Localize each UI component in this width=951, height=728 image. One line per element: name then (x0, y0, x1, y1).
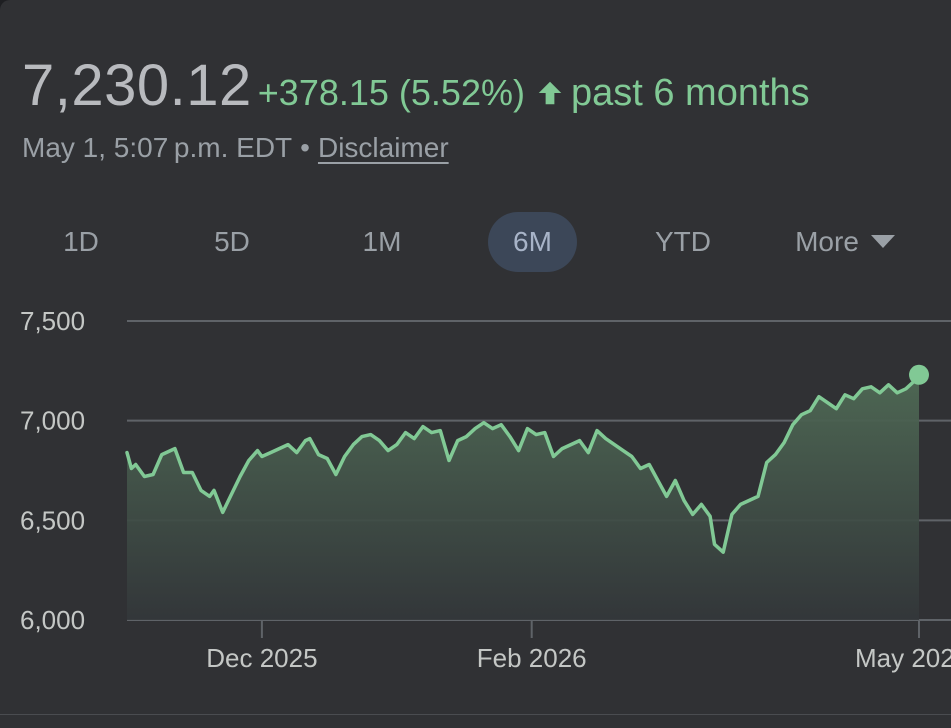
x-tick-label: Dec 2025 (206, 643, 317, 673)
y-tick-label: 7,000 (20, 406, 85, 436)
x-tick-label: Feb 2026 (477, 643, 587, 673)
chevron-down-icon (870, 235, 895, 248)
range-label: 6M (513, 226, 552, 257)
range-1d[interactable]: 1D (32, 212, 130, 272)
stock-quote-card: 7,230.12 +378.15 (5.52%) past 6 months Ma… (0, 0, 951, 728)
change-period: past 6 months (570, 72, 810, 114)
quote-timestamp: May 1, 5:07 p.m. EDT (22, 132, 293, 163)
y-tick-label: 6,000 (20, 605, 85, 635)
price-chart: 7,500 7,000 6,500 6,000 Dec 2025 Feb 2026 May … (20, 306, 951, 673)
disclaimer-link[interactable]: Disclaimer (318, 132, 449, 163)
range-label: YTD (655, 226, 711, 257)
chart-area-layer (125, 373, 921, 620)
range-label: More (795, 226, 859, 257)
endpoint-dot (909, 364, 929, 385)
range-ytd[interactable]: YTD (634, 212, 732, 272)
range-5d[interactable]: 5D (183, 212, 281, 272)
range-label: 1M (362, 226, 402, 257)
chart-axes (260, 620, 920, 638)
current-price: 7,230.12 (22, 53, 252, 118)
range-1m[interactable]: 1M (333, 212, 431, 272)
price-change: +378.15 (5.52%) (257, 72, 525, 113)
range-6m[interactable]: 6M (488, 212, 577, 272)
y-tick-label: 7,500 (20, 306, 85, 336)
range-more-button[interactable]: More (772, 212, 918, 272)
card-divider (0, 714, 951, 715)
range-selector: 1D 5D 1M 6M YTD More (0, 212, 951, 272)
range-label: 1D (63, 226, 99, 257)
quote-subline: May 1, 5:07 p.m. EDT • Disclaimer (22, 132, 449, 164)
quote-header: 7,230.12 +378.15 (5.52%) past 6 months (22, 52, 810, 119)
y-tick-label: 6,500 (20, 505, 85, 535)
range-label: 5D (214, 226, 250, 257)
series-area (127, 374, 919, 620)
x-tick-label: May 2026 (855, 643, 951, 673)
separator-dot: • (300, 132, 310, 163)
arrow-up-icon (538, 81, 562, 105)
